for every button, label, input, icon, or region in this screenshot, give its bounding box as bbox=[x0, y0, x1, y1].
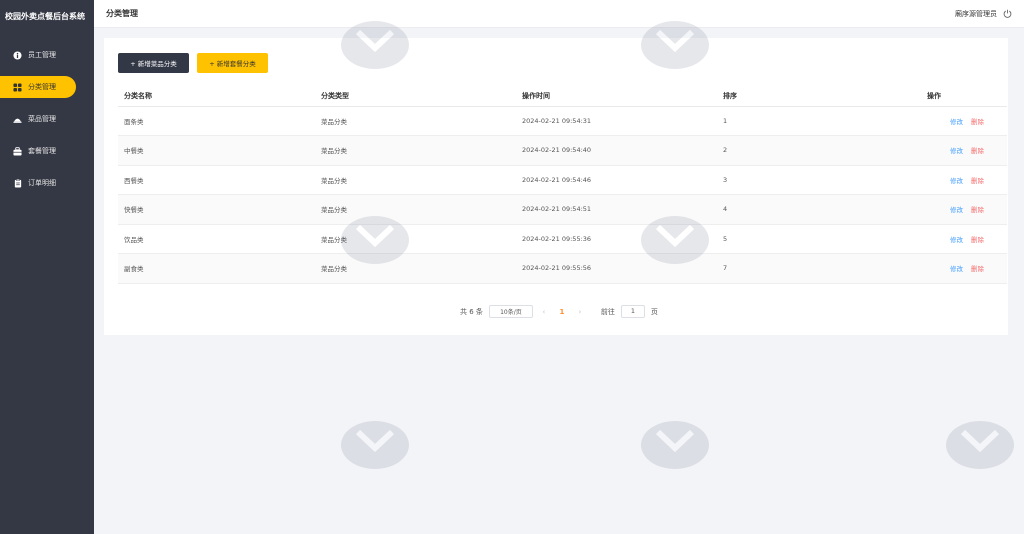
cell-type: 菜品分类 bbox=[321, 106, 522, 136]
username: 廟序源管理员 bbox=[955, 9, 997, 18]
pagination: 共 6 条 10条/页 ‹ 1 › 前往 1 页 bbox=[460, 305, 658, 318]
table-row: 中餐类 菜品分类 2024-02-21 09:54:40 2 修改 删除 bbox=[118, 135, 1007, 166]
edit-link[interactable]: 修改 bbox=[950, 177, 963, 185]
cell-sort: 4 bbox=[723, 194, 927, 225]
column-header-sort[interactable]: 排序 bbox=[723, 86, 927, 107]
table-row: 面条类 菜品分类 2024-02-21 09:54:31 1 修改 删除 bbox=[118, 106, 1007, 136]
sidebar-item-combos[interactable]: 套餐管理 bbox=[0, 140, 94, 162]
page-size-select[interactable]: 10条/页 bbox=[488, 305, 533, 318]
column-header-actions: 操作 bbox=[927, 86, 1007, 107]
delete-link[interactable]: 删除 bbox=[971, 236, 984, 244]
watermark bbox=[945, 420, 1015, 472]
main-card: + 新增菜品分类 + 新增套餐分类 分类名称 分类类型 操作时间 排序 操作 面… bbox=[104, 38, 1008, 335]
user-info: 廟序源管理员 bbox=[955, 9, 1012, 19]
edit-link[interactable]: 修改 bbox=[950, 265, 963, 273]
cell-actions: 修改 删除 bbox=[927, 194, 1007, 225]
cell-sort: 7 bbox=[723, 253, 927, 284]
category-table: 分类名称 分类类型 操作时间 排序 操作 面条类 菜品分类 2024-02-21… bbox=[118, 86, 1007, 284]
dish-icon bbox=[13, 115, 22, 124]
cell-name: 中餐类 bbox=[118, 135, 321, 166]
goto-page-input[interactable]: 1 bbox=[620, 305, 645, 318]
cell-time: 2024-02-21 09:55:36 bbox=[522, 224, 723, 254]
edit-link[interactable]: 修改 bbox=[950, 206, 963, 214]
power-icon[interactable] bbox=[1003, 9, 1012, 18]
action-bar: + 新增菜品分类 + 新增套餐分类 bbox=[118, 53, 268, 73]
cell-sort: 3 bbox=[723, 165, 927, 195]
page-title: 分类管理 bbox=[106, 9, 138, 18]
app-title: 校园外卖点餐后台系统 bbox=[5, 12, 85, 21]
cell-time: 2024-02-21 09:54:31 bbox=[522, 106, 723, 136]
sidebar-item-employees[interactable]: 员工管理 bbox=[0, 44, 94, 66]
page-suffix: 页 bbox=[650, 307, 658, 316]
sidebar-item-label: 菜品管理 bbox=[28, 115, 56, 123]
cell-sort: 1 bbox=[723, 106, 927, 136]
edit-link[interactable]: 修改 bbox=[950, 118, 963, 126]
watermark bbox=[340, 420, 410, 472]
column-header-time[interactable]: 操作时间 bbox=[522, 86, 723, 107]
current-page[interactable]: 1 bbox=[555, 308, 569, 316]
cell-name: 面条类 bbox=[118, 106, 321, 136]
sidebar-item-label: 订单明细 bbox=[28, 179, 56, 187]
grid-icon bbox=[13, 82, 22, 92]
sidebar-item-label: 分类管理 bbox=[28, 83, 56, 91]
cell-sort: 5 bbox=[723, 224, 927, 254]
cell-time: 2024-02-21 09:54:40 bbox=[522, 135, 723, 166]
cell-type: 菜品分类 bbox=[321, 135, 522, 166]
table-row: 西餐类 菜品分类 2024-02-21 09:54:46 3 修改 删除 bbox=[118, 165, 1007, 195]
cell-sort: 2 bbox=[723, 135, 927, 166]
cell-type: 菜品分类 bbox=[321, 224, 522, 254]
goto-label: 前往 bbox=[600, 307, 615, 316]
header-bar: 分类管理 廟序源管理员 bbox=[94, 0, 1024, 28]
watermark bbox=[640, 420, 710, 472]
edit-link[interactable]: 修改 bbox=[950, 147, 963, 155]
prev-page-button[interactable]: ‹ bbox=[539, 308, 549, 316]
delete-link[interactable]: 删除 bbox=[971, 177, 984, 185]
table-header-row: 分类名称 分类类型 操作时间 排序 操作 bbox=[118, 86, 1007, 107]
add-dish-category-button[interactable]: + 新增菜品分类 bbox=[118, 53, 189, 73]
cell-name: 快餐类 bbox=[118, 194, 321, 225]
cell-name: 饮品类 bbox=[118, 224, 321, 254]
cell-time: 2024-02-21 09:54:46 bbox=[522, 165, 723, 195]
cell-time: 2024-02-21 09:54:51 bbox=[522, 194, 723, 225]
package-icon bbox=[13, 146, 22, 156]
cell-type: 菜品分类 bbox=[321, 253, 522, 284]
delete-link[interactable]: 删除 bbox=[971, 147, 984, 155]
delete-link[interactable]: 删除 bbox=[971, 265, 984, 273]
sidebar-item-label: 套餐管理 bbox=[28, 147, 56, 155]
sidebar: 校园外卖点餐后台系统 员工管理 分类管理 菜品管理 套餐管理 订单明细 bbox=[0, 0, 94, 534]
cell-actions: 修改 删除 bbox=[927, 106, 1007, 136]
total-count: 共 6 条 bbox=[460, 307, 483, 316]
cell-name: 西餐类 bbox=[118, 165, 321, 195]
sidebar-item-label: 员工管理 bbox=[28, 51, 56, 59]
table-row: 快餐类 菜品分类 2024-02-21 09:54:51 4 修改 删除 bbox=[118, 194, 1007, 225]
cell-actions: 修改 删除 bbox=[927, 165, 1007, 195]
cell-name: 副食类 bbox=[118, 253, 321, 284]
cell-type: 菜品分类 bbox=[321, 194, 522, 225]
table-row: 饮品类 菜品分类 2024-02-21 09:55:36 5 修改 删除 bbox=[118, 224, 1007, 254]
sidebar-item-orders[interactable]: 订单明细 bbox=[0, 172, 94, 194]
cell-time: 2024-02-21 09:55:56 bbox=[522, 253, 723, 284]
table-row: 副食类 菜品分类 2024-02-21 09:55:56 7 修改 删除 bbox=[118, 253, 1007, 284]
sidebar-item-categories[interactable]: 分类管理 bbox=[0, 76, 76, 98]
cell-type: 菜品分类 bbox=[321, 165, 522, 195]
edit-link[interactable]: 修改 bbox=[950, 236, 963, 244]
add-combo-category-button[interactable]: + 新增套餐分类 bbox=[197, 53, 268, 73]
column-header-type[interactable]: 分类类型 bbox=[321, 86, 522, 107]
sidebar-item-dishes[interactable]: 菜品管理 bbox=[0, 108, 94, 130]
delete-link[interactable]: 删除 bbox=[971, 206, 984, 214]
next-page-button[interactable]: › bbox=[575, 308, 585, 316]
column-header-name[interactable]: 分类名称 bbox=[118, 86, 321, 107]
delete-link[interactable]: 删除 bbox=[971, 118, 984, 126]
info-circle-icon bbox=[13, 50, 22, 60]
cell-actions: 修改 删除 bbox=[927, 253, 1007, 284]
cell-actions: 修改 删除 bbox=[927, 135, 1007, 166]
clipboard-icon bbox=[13, 178, 22, 188]
cell-actions: 修改 删除 bbox=[927, 224, 1007, 254]
